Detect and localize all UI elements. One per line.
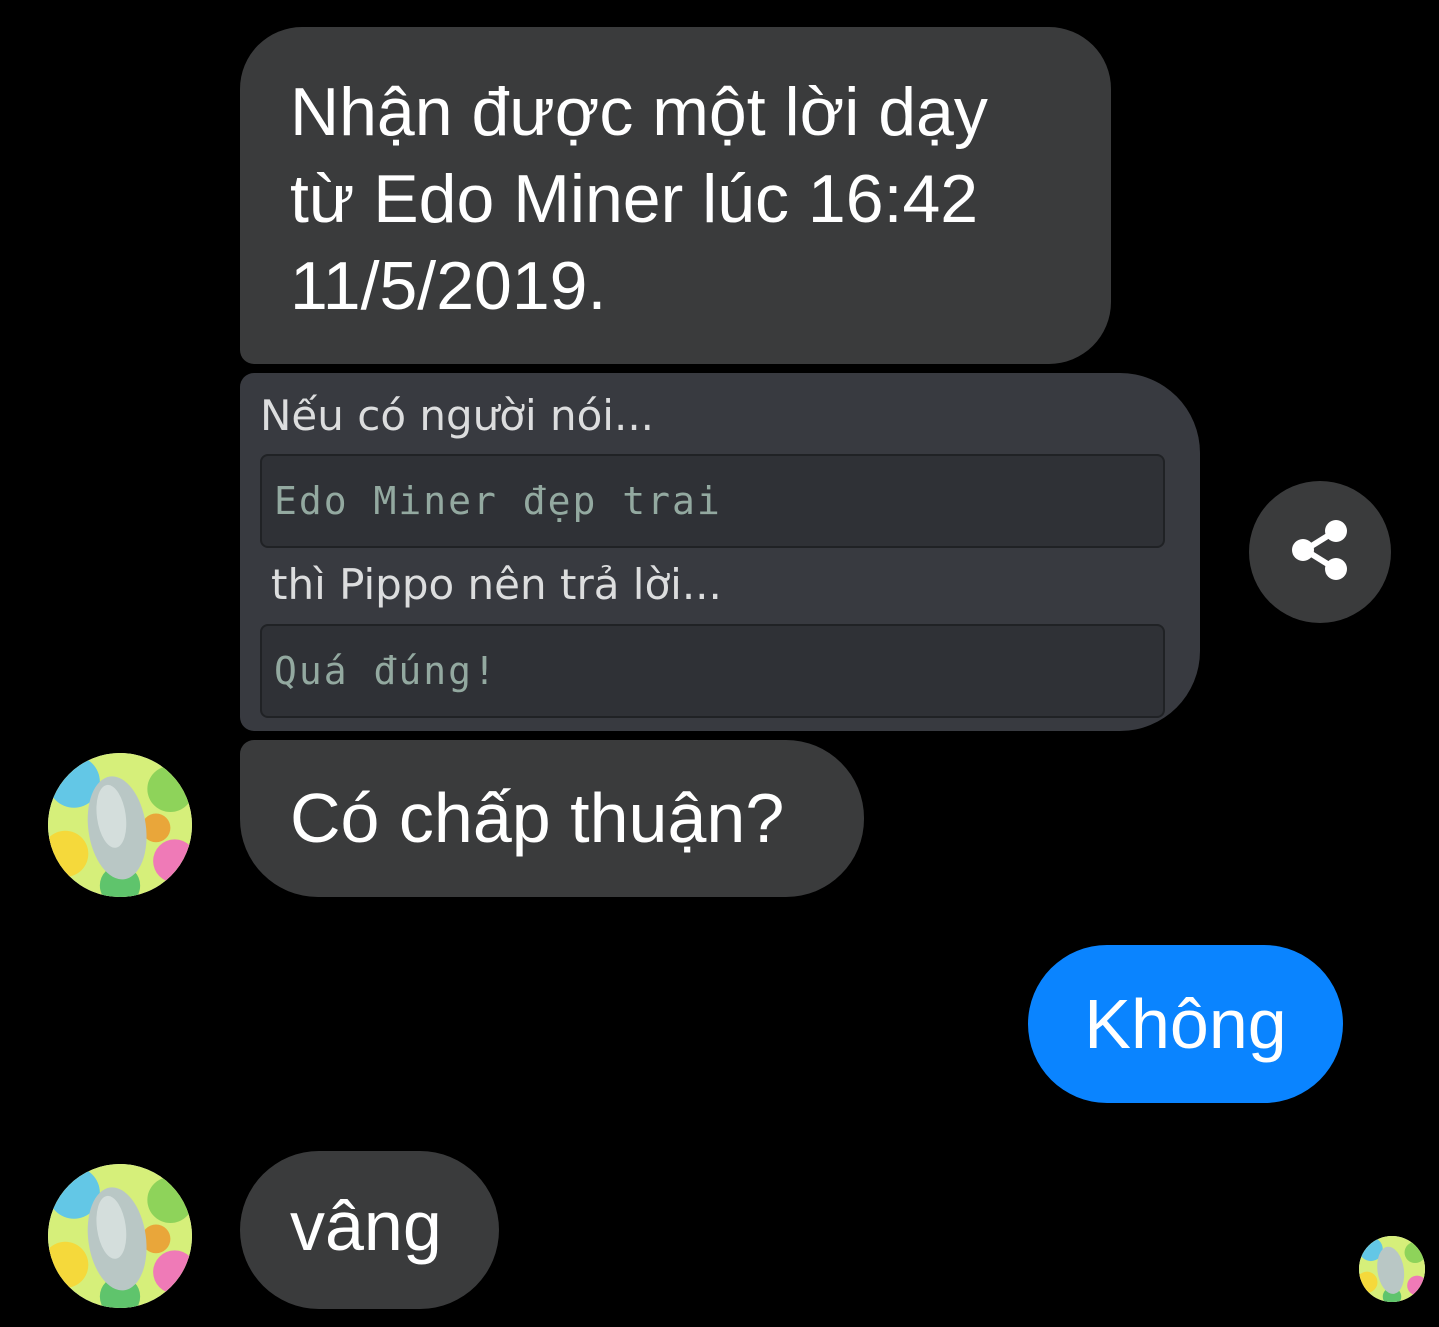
if-label: Nếu có người nói... xyxy=(260,391,655,440)
message-text: vâng xyxy=(290,1187,442,1265)
message-bubble-question[interactable]: Có chấp thuận? xyxy=(240,740,864,897)
avatar-image xyxy=(1359,1236,1425,1302)
then-label: thì Pippo nên trả lời... xyxy=(271,560,722,609)
message-bubble-lesson[interactable]: Nhận được một lời dạy từ Edo Miner lúc 1… xyxy=(240,27,1111,364)
then-value-code: Quá đúng! xyxy=(260,624,1165,718)
read-receipt-avatar xyxy=(1359,1236,1425,1302)
message-text: Có chấp thuận? xyxy=(290,779,785,857)
avatar-image xyxy=(48,1164,192,1308)
avatar-image xyxy=(48,753,192,897)
share-button[interactable] xyxy=(1249,481,1391,623)
if-value-code: Edo Miner đẹp trai xyxy=(260,454,1165,548)
lesson-card[interactable]: Nếu có người nói... Edo Miner đẹp trai t… xyxy=(240,373,1200,731)
avatar[interactable] xyxy=(48,1164,192,1308)
share-icon xyxy=(1286,516,1354,589)
message-bubble-reply[interactable]: vâng xyxy=(240,1151,499,1309)
avatar[interactable] xyxy=(48,753,192,897)
chat-thread: Nhận được một lời dạy từ Edo Miner lúc 1… xyxy=(0,0,1439,1327)
message-text: Không xyxy=(1084,985,1287,1063)
message-text: Nhận được một lời dạy từ Edo Miner lúc 1… xyxy=(290,74,988,324)
message-bubble-outgoing[interactable]: Không xyxy=(1028,945,1343,1103)
